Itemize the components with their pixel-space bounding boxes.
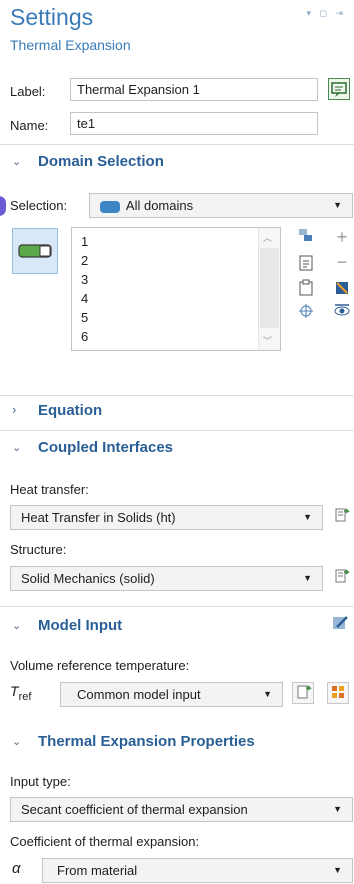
edit-icon[interactable] — [330, 614, 350, 634]
chevron-down-icon: ▼ — [333, 865, 342, 875]
chevron-right-icon: › — [12, 402, 17, 417]
divider — [0, 606, 354, 607]
coefficient-label: Coefficient of thermal expansion: — [10, 834, 200, 849]
section-model-input[interactable]: ⌄ Model Input — [0, 612, 354, 642]
label-label: Label: — [10, 84, 46, 99]
section-coupled-interfaces[interactable]: ⌄ Coupled Interfaces — [0, 434, 354, 464]
section-title: Domain Selection — [38, 153, 164, 170]
zoom-icon[interactable] — [296, 302, 316, 322]
chevron-down-icon: ⌄ — [12, 442, 22, 454]
selection-dropdown[interactable]: All domains ▼ — [89, 193, 353, 218]
structure-dropdown[interactable]: Solid Mechanics (solid) ▼ — [10, 566, 323, 591]
chevron-down-icon: ▼ — [303, 512, 312, 522]
name-input[interactable]: te1 — [70, 112, 318, 135]
chevron-down-icon: ▼ — [263, 689, 272, 699]
heat-transfer-value: Heat Transfer in Solids (ht) — [21, 510, 176, 525]
domain-toggle-icon[interactable] — [12, 228, 58, 274]
scroll-up-icon[interactable]: ︿ — [263, 231, 272, 244]
list-item[interactable]: 1 — [81, 234, 88, 249]
list-scrollbar[interactable]: ︿ ﹀ — [258, 228, 280, 350]
heat-transfer-dropdown[interactable]: Heat Transfer in Solids (ht) ▼ — [10, 505, 323, 530]
page-subtitle: Thermal Expansion — [10, 37, 131, 53]
clipboard-icon[interactable] — [296, 279, 316, 299]
input-type-label: Input type: — [10, 774, 71, 789]
section-domain-selection[interactable]: ⌄ Domain Selection — [0, 148, 354, 178]
scroll-thumb[interactable] — [260, 248, 279, 328]
scroll-down-icon[interactable]: ﹀ — [263, 334, 272, 347]
copy-icon[interactable] — [296, 227, 316, 247]
chevron-down-icon: ⌄ — [12, 620, 22, 632]
selection-value: All domains — [125, 198, 194, 213]
input-type-value: Secant coefficient of thermal expansion — [21, 802, 248, 817]
divider — [0, 430, 354, 431]
model-input-dropdown[interactable]: Common model input ▼ — [60, 682, 283, 707]
selection-list[interactable]: 1 2 3 4 5 6 ︿ ﹀ — [71, 227, 281, 351]
chevron-down-icon: ▼ — [333, 200, 342, 210]
section-equation[interactable]: › Equation — [0, 397, 354, 427]
model-input-icon[interactable] — [327, 682, 349, 704]
coefficient-dropdown[interactable]: From material ▼ — [42, 858, 353, 883]
list-item[interactable]: 6 — [81, 329, 88, 344]
chevron-down-icon: ⌄ — [12, 736, 22, 748]
section-title: Thermal Expansion Properties — [38, 733, 255, 750]
coefficient-value: From material — [57, 863, 138, 878]
chevron-down-icon: ⌄ — [12, 156, 22, 168]
divider — [0, 144, 354, 145]
clear-icon[interactable] — [332, 279, 352, 299]
label-input[interactable]: Thermal Expansion 1 — [70, 78, 318, 101]
alpha-symbol: α — [12, 860, 21, 877]
chevron-down-icon: ▼ — [303, 573, 312, 583]
go-to-source-icon[interactable] — [331, 506, 351, 526]
structure-value: Solid Mechanics (solid) — [21, 571, 155, 586]
name-label: Name: — [10, 118, 49, 133]
list-item[interactable]: 3 — [81, 272, 88, 287]
list-item[interactable]: 4 — [81, 291, 88, 306]
tref-symbol: Tref — [10, 683, 32, 703]
go-to-source-icon[interactable] — [331, 567, 351, 587]
selection-label: Selection: — [10, 198, 68, 213]
section-title: Model Input — [38, 617, 123, 634]
section-thermal-expansion-properties[interactable]: ⌄ Thermal Expansion Properties — [0, 728, 354, 758]
edit-label-icon[interactable] — [328, 78, 350, 100]
remove-icon[interactable]: − — [332, 252, 352, 272]
selection-indicator — [0, 196, 6, 216]
domain-icon — [100, 200, 120, 213]
page-title: Settings — [10, 4, 94, 30]
add-icon[interactable]: + — [332, 227, 352, 247]
chevron-down-icon: ▼ — [333, 804, 342, 814]
paste-icon[interactable] — [296, 254, 316, 274]
divider — [0, 395, 354, 396]
section-title: Equation — [38, 402, 103, 419]
window-controls-icon[interactable]: ▾ ◻ ⇥ — [306, 8, 346, 19]
list-item[interactable]: 5 — [81, 310, 88, 325]
section-title: Coupled Interfaces — [38, 439, 174, 456]
structure-label: Structure: — [10, 542, 67, 557]
model-input-value: Common model input — [77, 687, 201, 702]
show-icon[interactable] — [332, 302, 352, 322]
heat-transfer-label: Heat transfer: — [10, 482, 89, 497]
volume-reference-temperature-label: Volume reference temperature: — [10, 658, 190, 673]
list-item[interactable]: 2 — [81, 253, 88, 268]
go-to-source-icon[interactable] — [292, 682, 314, 704]
input-type-dropdown[interactable]: Secant coefficient of thermal expansion … — [10, 797, 353, 822]
